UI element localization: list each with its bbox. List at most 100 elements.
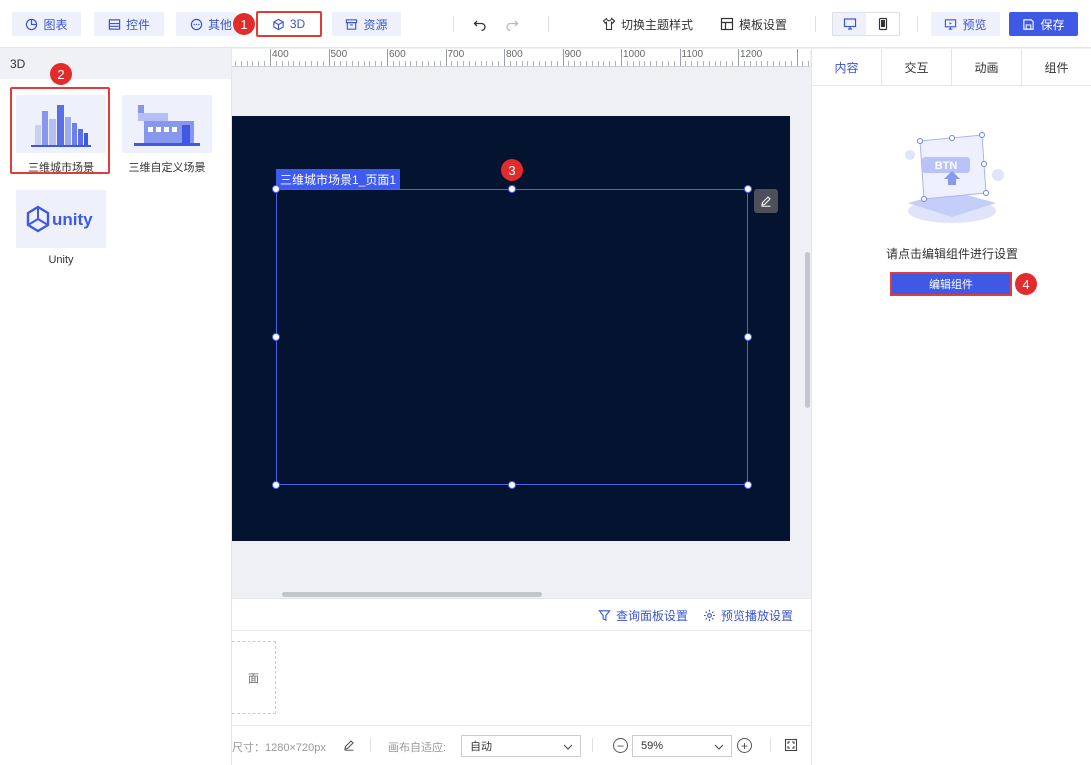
more-circle-icon [190, 18, 203, 30]
ruler-minor-tick [609, 61, 611, 66]
canvas-horizontal-scrollbar[interactable] [282, 592, 542, 597]
ruler-minor-tick [369, 61, 371, 66]
page-panel: 查询面板设置 预览播放设置 [232, 598, 811, 725]
btn-illustration-text: BTN [935, 160, 958, 172]
tab-3d-label: 3D [289, 17, 306, 31]
ruler-major-tick [562, 49, 564, 66]
ruler-minor-tick [767, 61, 769, 66]
component-3d-city-scene-label: 三维城市场景 [28, 162, 94, 174]
factory-icon [134, 105, 200, 146]
step-marker-3: 3 [501, 159, 523, 181]
undo-button[interactable] [473, 12, 487, 36]
zoom-select[interactable]: 59% [632, 735, 732, 757]
ruler-minor-tick [667, 61, 669, 66]
tab-other[interactable]: 其他 [176, 12, 236, 36]
ruler-minor-tick [533, 61, 535, 66]
preview-play-settings-link[interactable]: 预览播放设置 [703, 607, 793, 624]
property-tabs: 内容 交互 动画 组件 [812, 49, 1091, 86]
resize-handle-bottom-right[interactable] [744, 481, 752, 489]
component-3d-city-scene[interactable]: 三维城市场景 [15, 95, 107, 175]
ruler-minor-tick [790, 61, 792, 66]
edit-component-button[interactable]: 编辑组件 [890, 272, 1012, 296]
edit-hint-text: 请点击编辑组件进行设置 [885, 247, 1018, 261]
resize-handle-bottom-left[interactable] [272, 481, 280, 489]
tab-interaction[interactable]: 交互 [881, 49, 951, 85]
ruler-minor-tick [527, 61, 529, 66]
query-panel-settings-label: 查询面板设置 [616, 609, 689, 623]
resize-handle-left[interactable] [272, 333, 280, 341]
ruler-major-tick [679, 49, 681, 66]
query-panel-settings-link[interactable]: 查询面板设置 [598, 607, 688, 624]
ruler-minor-tick [275, 61, 277, 66]
resize-handle-top-right[interactable] [744, 185, 752, 193]
ruler-minor-tick [305, 61, 307, 66]
ruler-minor-tick [381, 61, 383, 66]
desktop-view-button[interactable] [833, 13, 866, 35]
step-marker-4: 4 [1015, 273, 1037, 295]
resize-handle-top[interactable] [508, 185, 516, 193]
ruler-minor-tick [603, 61, 605, 66]
ruler-minor-tick [720, 61, 722, 66]
ruler-minor-tick [322, 61, 324, 66]
page-thumbnail[interactable]: 面 [232, 641, 276, 714]
ruler-minor-tick [632, 61, 634, 66]
ruler-minor-tick [463, 61, 465, 66]
ruler-minor-tick [784, 61, 786, 66]
undo-icon [473, 20, 486, 31]
ruler-minor-tick [480, 61, 482, 66]
fit-screen-icon[interactable] [784, 738, 798, 752]
resize-handle-right[interactable] [744, 333, 752, 341]
zoom-in-button[interactable]: + [737, 738, 752, 753]
resize-handle-bottom[interactable] [508, 481, 516, 489]
mobile-view-button[interactable] [866, 13, 899, 35]
canvas-fit-select[interactable]: 自动 [461, 735, 581, 757]
ruler-minor-tick [334, 61, 336, 66]
zoom-out-button[interactable]: − [613, 738, 628, 753]
chart-pie-icon [26, 18, 38, 30]
ruler-minor-tick [439, 61, 441, 66]
ruler-major-tick [504, 49, 505, 66]
ruler-label: 1000 [623, 49, 646, 60]
tab-content[interactable]: 内容 [812, 49, 881, 85]
property-panel: 内容 交互 动画 组件 BTN 请点击编辑组件进行设置 编辑组件 4 [811, 49, 1091, 765]
tab-resources[interactable]: 资源 [332, 12, 401, 36]
canvas-vertical-scrollbar[interactable] [805, 252, 810, 408]
resize-handle-top-left[interactable] [272, 185, 280, 193]
canvas-fit-value: 自动 [470, 741, 492, 753]
ruler-minor-tick [638, 61, 640, 66]
component-3d-custom-scene[interactable]: 三维自定义场景 [121, 95, 213, 175]
ruler-minor-tick [451, 61, 453, 66]
component-category-title: 3D [10, 57, 26, 71]
tab-component[interactable]: 组件 [1021, 49, 1091, 85]
preview-monitor-icon [945, 18, 957, 30]
tab-controls[interactable]: 控件 [94, 12, 164, 36]
selected-3d-city-component[interactable] [276, 189, 748, 485]
ruler-minor-tick [550, 61, 552, 66]
save-button[interactable]: 保存 [1009, 12, 1078, 36]
ruler-minor-tick [474, 61, 476, 66]
ruler-minor-tick [702, 61, 704, 66]
template-settings-button[interactable]: 模板设置 [720, 12, 787, 36]
pencil-icon [761, 196, 771, 207]
switch-theme-label: 切换主题样式 [621, 17, 694, 32]
ruler-minor-tick [778, 61, 780, 66]
edit-size-icon[interactable] [343, 739, 355, 751]
ruler-minor-tick [697, 61, 699, 66]
ruler-minor-tick [457, 61, 459, 66]
ruler-minor-tick [287, 61, 289, 66]
ruler-major-tick [328, 49, 330, 66]
preview-button[interactable]: 预览 [931, 12, 1000, 36]
component-library-panel: 3D 三维城市场景 2 三维自定义场景 unity Unity [0, 49, 232, 765]
tab-animation[interactable]: 动画 [951, 49, 1021, 85]
canvas-fit-label: 画布自适应: [388, 742, 447, 754]
tab-charts[interactable]: 图表 [12, 12, 81, 36]
status-divider [370, 738, 371, 752]
switch-theme-button[interactable]: 切换主题样式 [602, 12, 693, 36]
toolbar-divider [548, 16, 549, 32]
redo-button[interactable] [505, 12, 519, 36]
component-unity-label: Unity [48, 254, 74, 266]
component-edit-button[interactable] [754, 189, 778, 213]
component-unity[interactable]: unity Unity [15, 190, 107, 266]
filter-icon [598, 610, 611, 622]
tab-3d[interactable]: 3D [257, 12, 320, 36]
